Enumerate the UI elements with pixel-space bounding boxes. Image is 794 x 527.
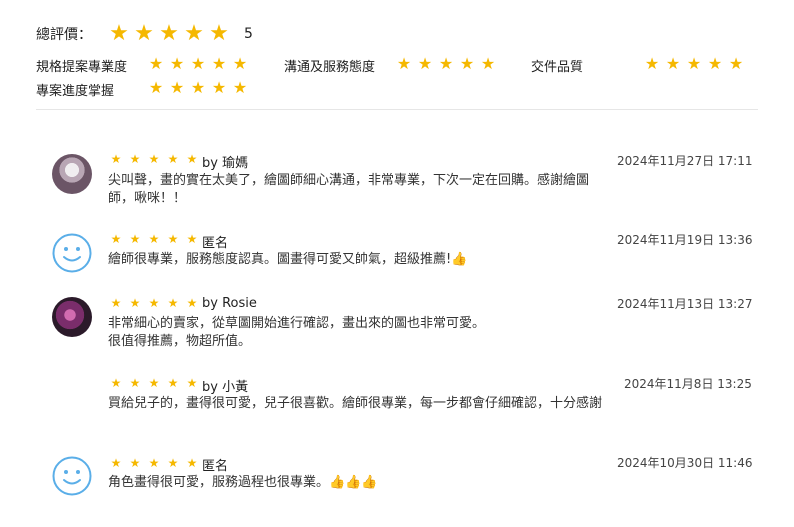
star-icon: ★ — [159, 21, 179, 46]
star-icon: ★ — [438, 54, 454, 73]
star-icon: ★ — [186, 376, 198, 390]
criterion-label: 交件品質 — [531, 59, 584, 75]
review-text: 非常細心的賣家，從草圖開始進行確認，畫出來的圖也非常可愛。 很值得推薦，物超所值… — [108, 316, 486, 349]
user-avatar — [52, 154, 92, 194]
review-date: 2024年11月13日 13:27 — [617, 297, 753, 311]
review-date: 2024年11月8日 13:25 — [624, 377, 752, 391]
review-author: by Rosie — [202, 296, 257, 311]
star-icon: ★ — [211, 54, 227, 73]
star-icon: ★ — [211, 78, 227, 97]
star-icon: ★ — [148, 78, 164, 97]
star-icon: ★ — [232, 78, 248, 97]
criterion-label: 專案進度掌握 — [36, 83, 115, 99]
overall-rating-label: 總評價： — [36, 27, 92, 43]
overall-rating: 總評價： ★ ★ ★ ★ ★ 5 — [36, 22, 253, 46]
star-icon: ★ — [148, 376, 160, 390]
criterion-delivery-quality: 交件品質 ★ ★ ★ ★ ★ — [531, 55, 743, 75]
star-icon: ★ — [134, 21, 154, 46]
review-text: 繪師很專業，服務態度認真。圖畫得可愛又帥氣，超級推薦!👍 — [108, 252, 468, 267]
star-icon: ★ — [396, 54, 412, 73]
criterion-stars: ★ ★ ★ ★ ★ — [148, 56, 248, 72]
star-icon: ★ — [480, 54, 496, 73]
review-text: 買給兒子的，畫得很可愛，兒子很喜歡。繪師很專業，每一步都會仔細確認，十分感謝 — [108, 396, 603, 411]
review-text: 尖叫聲，畫的實在太美了，繪圖師細心溝通，非常專業，下次一定在回購。感謝繪圖師，啾… — [108, 173, 590, 206]
user-avatar — [52, 297, 92, 337]
star-icon: ★ — [167, 296, 179, 310]
star-icon: ★ — [167, 456, 179, 470]
star-icon: ★ — [110, 456, 122, 470]
review-stars: ★ ★ ★ ★ ★ — [110, 457, 198, 469]
criterion-communication: 溝通及服務態度 ★ ★ ★ ★ ★ — [284, 55, 495, 75]
star-icon: ★ — [184, 21, 204, 46]
star-icon: ★ — [148, 296, 160, 310]
star-icon: ★ — [148, 456, 160, 470]
star-icon: ★ — [190, 78, 206, 97]
star-icon: ★ — [186, 456, 198, 470]
star-icon: ★ — [148, 152, 160, 166]
review-author: by 瑜媽 — [202, 156, 249, 171]
criterion-stars: ★ ★ ★ ★ ★ — [396, 56, 496, 72]
star-icon: ★ — [169, 54, 185, 73]
overall-stars: ★ ★ ★ ★ ★ — [108, 23, 230, 45]
review-author: by 小黃 — [202, 380, 249, 395]
star-icon: ★ — [148, 232, 160, 246]
star-icon: ★ — [417, 54, 433, 73]
star-icon: ★ — [110, 152, 122, 166]
review-stars: ★ ★ ★ ★ ★ — [110, 233, 198, 245]
star-icon: ★ — [169, 78, 185, 97]
smiley-icon — [52, 233, 92, 273]
star-icon: ★ — [109, 21, 129, 46]
summary-divider — [36, 109, 758, 110]
star-icon: ★ — [148, 54, 164, 73]
rating-summary: 總評價： ★ ★ ★ ★ ★ 5 規格提案專業度 ★ ★ ★ ★ ★ 溝通及服務… — [0, 0, 794, 112]
criterion-spec-proposal: 規格提案專業度 ★ ★ ★ ★ ★ — [36, 55, 247, 75]
criterion-stars: ★ ★ ★ ★ ★ — [148, 80, 248, 96]
review-stars: ★ ★ ★ ★ ★ — [110, 297, 198, 309]
star-icon: ★ — [129, 232, 141, 246]
star-icon: ★ — [110, 296, 122, 310]
review-stars: ★ ★ ★ ★ ★ — [110, 153, 198, 165]
star-icon: ★ — [686, 54, 702, 73]
review-author: 匿名 — [202, 236, 229, 251]
star-icon: ★ — [232, 54, 248, 73]
star-icon: ★ — [707, 54, 723, 73]
star-icon: ★ — [209, 21, 229, 46]
criterion-label: 規格提案專業度 — [36, 59, 128, 75]
star-icon: ★ — [644, 54, 660, 73]
review-stars: ★ ★ ★ ★ ★ — [110, 377, 198, 389]
star-icon: ★ — [129, 152, 141, 166]
star-icon: ★ — [129, 456, 141, 470]
star-icon: ★ — [129, 296, 141, 310]
star-icon: ★ — [167, 152, 179, 166]
review-date: 2024年10月30日 11:46 — [617, 456, 753, 470]
star-icon: ★ — [167, 232, 179, 246]
star-icon: ★ — [167, 376, 179, 390]
star-icon: ★ — [110, 232, 122, 246]
review-text: 角色畫得很可愛，服務過程也很專業。👍👍👍 — [108, 475, 378, 490]
star-icon: ★ — [728, 54, 744, 73]
star-icon: ★ — [665, 54, 681, 73]
smiley-icon — [52, 456, 92, 496]
criterion-stars: ★ ★ ★ ★ ★ — [644, 56, 744, 72]
star-icon: ★ — [190, 54, 206, 73]
review-date: 2024年11月19日 13:36 — [617, 233, 753, 247]
criterion-label: 溝通及服務態度 — [284, 59, 376, 75]
criterion-schedule: 專案進度掌握 ★ ★ ★ ★ ★ — [36, 79, 247, 99]
star-icon: ★ — [186, 152, 198, 166]
overall-score: 5 — [244, 26, 253, 42]
star-icon: ★ — [459, 54, 475, 73]
review-date: 2024年11月27日 17:11 — [617, 154, 753, 168]
star-icon: ★ — [110, 376, 122, 390]
star-icon: ★ — [129, 376, 141, 390]
star-icon: ★ — [186, 232, 198, 246]
star-icon: ★ — [186, 296, 198, 310]
review-author: 匿名 — [202, 459, 229, 474]
